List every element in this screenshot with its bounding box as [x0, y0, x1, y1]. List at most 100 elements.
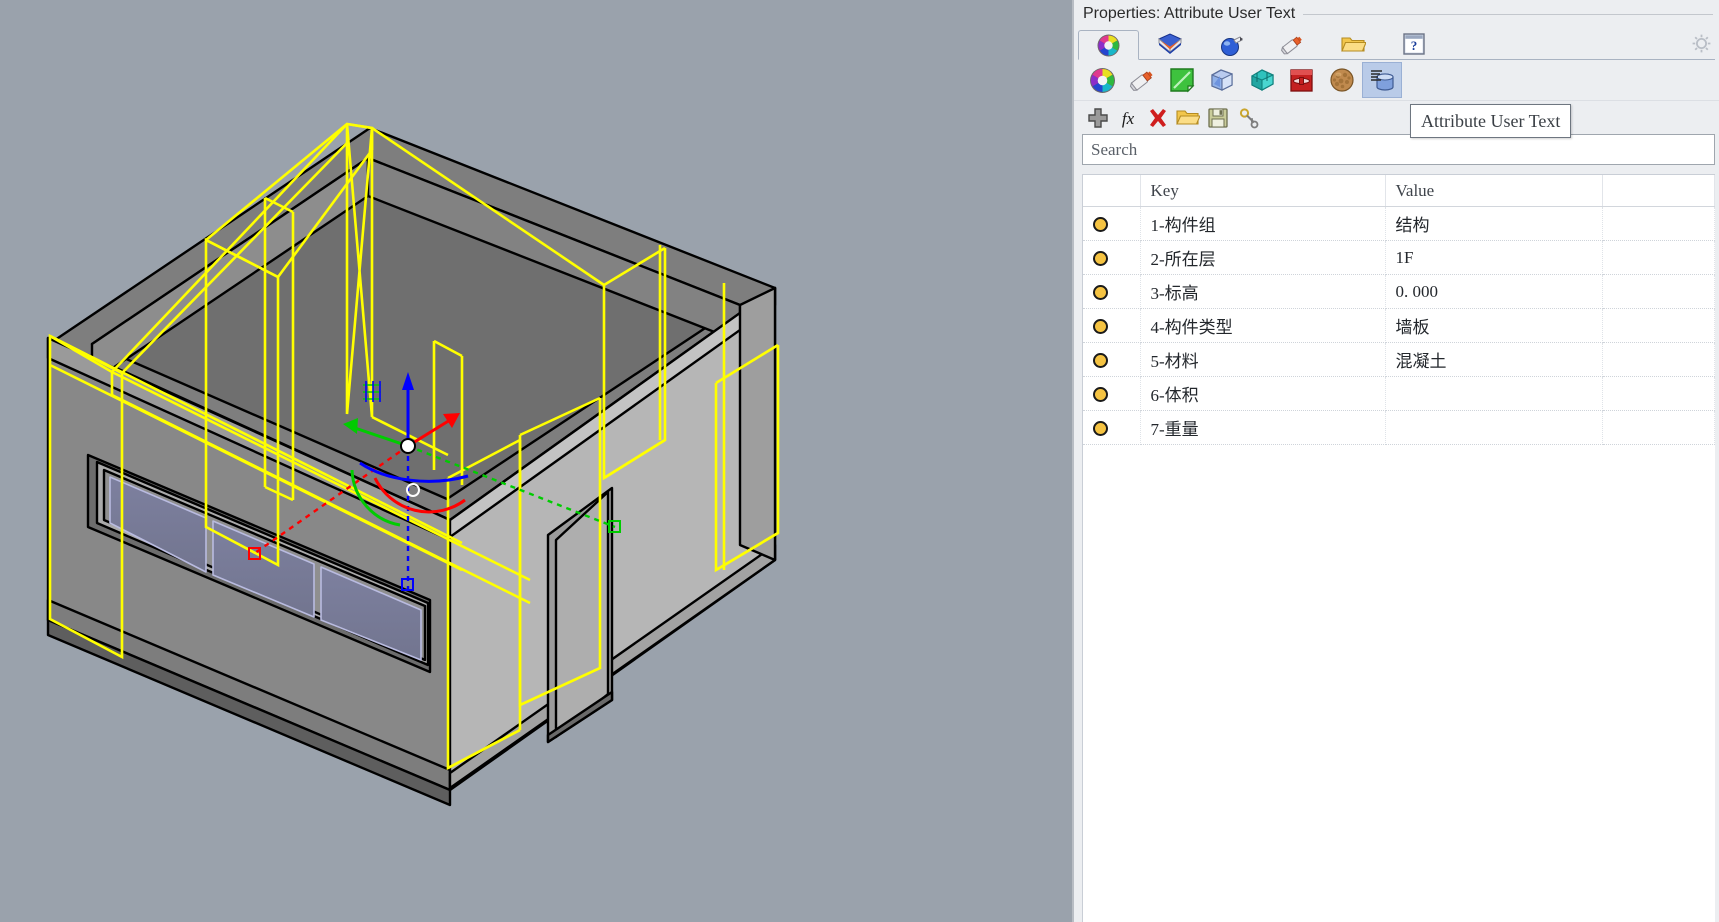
column-header-extra[interactable] [1602, 175, 1715, 207]
red-book-icon [1290, 68, 1313, 92]
cell-extra [1602, 342, 1715, 377]
row-toggle-bullet[interactable] [1083, 410, 1141, 445]
cell-value[interactable] [1385, 410, 1603, 445]
plus-icon [1088, 107, 1108, 128]
material-layers-icon [1157, 33, 1182, 54]
viewport-canvas [0, 0, 1072, 922]
cell-value[interactable]: 混凝土 [1385, 342, 1603, 377]
cell-key[interactable]: 3-标高 [1140, 274, 1386, 309]
properties-icon-toolbar [1074, 60, 1719, 101]
attribute-table-container[interactable]: Key Value 1-构件组 结构 2-所在层 1F 3-标高 0. 000 4-构件类型… [1082, 174, 1715, 922]
attribute-table: Key Value 1-构件组 结构 2-所在层 1F 3-标高 0. 000 4-构件类型… [1083, 175, 1715, 445]
folder-icon [1340, 37, 1366, 52]
paint-tube-icon [1280, 36, 1302, 54]
tab-environment[interactable] [1200, 29, 1261, 59]
tab-texture[interactable] [1261, 29, 1322, 59]
tab-help[interactable]: ? [1383, 29, 1444, 59]
perspective-viewport[interactable] [0, 0, 1072, 922]
cell-value[interactable]: 0. 000 [1385, 274, 1603, 309]
enabled-dot-icon [1093, 387, 1108, 403]
environment-sphere-icon [1220, 35, 1243, 56]
row-toggle-bullet[interactable] [1083, 274, 1141, 309]
cell-extra [1602, 274, 1715, 309]
cell-key[interactable]: 4-构件类型 [1140, 308, 1386, 343]
tab-material[interactable] [1139, 29, 1200, 59]
blue-cube-icon [1211, 69, 1233, 91]
cell-extra [1602, 376, 1715, 411]
table-row[interactable]: 3-标高 0. 000 [1083, 274, 1715, 309]
panel-header: Properties: Attribute User Text [1074, 0, 1719, 28]
add-attribute-button[interactable] [1084, 104, 1112, 132]
table-row[interactable]: 6-体积 [1083, 376, 1715, 411]
save-attributes-button[interactable] [1204, 104, 1232, 132]
table-row[interactable]: 1-构件组 结构 [1083, 206, 1715, 241]
layer-properties-button[interactable] [1162, 62, 1202, 98]
column-header-value[interactable]: Value [1385, 175, 1603, 207]
rhino-app-window: Properties: Attribute User Text ? fx Sea… [0, 0, 1719, 922]
enabled-dot-icon [1093, 421, 1108, 437]
cell-key[interactable]: 6-体积 [1140, 376, 1386, 411]
material-properties-button[interactable] [1122, 62, 1162, 98]
help-window-icon: ? [1402, 33, 1425, 55]
cell-value[interactable]: 1F [1385, 240, 1603, 275]
table-row[interactable]: 2-所在层 1F [1083, 240, 1715, 275]
gear-icon [1692, 34, 1710, 52]
key-match-icon [1239, 107, 1259, 128]
cell-value[interactable]: 墙板 [1385, 308, 1603, 343]
tooltip: Attribute User Text [1410, 104, 1572, 138]
folder-open-icon [1176, 110, 1200, 125]
attribute-text-icon [1370, 69, 1394, 91]
enabled-dot-icon [1093, 251, 1108, 267]
properties-panel: Properties: Attribute User Text ? fx Sea… [1072, 0, 1719, 922]
attribute-user-text-button[interactable] [1362, 62, 1402, 98]
red-x-icon [1150, 108, 1166, 127]
table-row[interactable]: 5-材料 混凝土 [1083, 342, 1715, 377]
tab-settings-button[interactable] [1689, 31, 1713, 55]
color-wheel-icon [1097, 34, 1120, 56]
cell-key[interactable]: 5-材料 [1140, 342, 1386, 377]
fx-icon: fx [1122, 109, 1135, 128]
match-attributes-button[interactable] [1234, 104, 1262, 132]
cell-value[interactable] [1385, 376, 1603, 411]
function-button[interactable]: fx [1114, 104, 1142, 132]
table-row[interactable]: 7-重量 [1083, 410, 1715, 445]
object-properties-button[interactable] [1082, 62, 1122, 98]
cell-key[interactable]: 2-所在层 [1140, 240, 1386, 275]
row-toggle-bullet[interactable] [1083, 240, 1141, 275]
cell-extra [1602, 206, 1715, 241]
gumball-origin [400, 438, 416, 454]
svg-text:?: ? [1410, 38, 1417, 53]
wall-right-edge [738, 286, 777, 562]
enabled-dot-icon [1093, 285, 1108, 301]
table-body: 1-构件组 结构 2-所在层 1F 3-标高 0. 000 4-构件类型 墙板 5-材料 混凝土 6… [1083, 206, 1715, 445]
delete-attribute-button[interactable] [1144, 104, 1172, 132]
enabled-dot-icon [1093, 217, 1108, 233]
cell-value[interactable]: 结构 [1385, 206, 1603, 241]
row-toggle-bullet[interactable] [1083, 206, 1141, 241]
enabled-dot-icon [1093, 353, 1108, 369]
tab-folder[interactable] [1322, 29, 1383, 59]
print-properties-button[interactable] [1282, 62, 1322, 98]
open-attributes-button[interactable] [1174, 104, 1202, 132]
panel-title: Properties: Attribute User Text [1083, 5, 1304, 23]
table-row[interactable]: 4-构件类型 墙板 [1083, 308, 1715, 343]
green-page-icon [1170, 68, 1195, 93]
column-header-key[interactable]: Key [1140, 175, 1386, 207]
cell-key[interactable]: 1-构件组 [1140, 206, 1386, 241]
row-toggle-bullet[interactable] [1083, 308, 1141, 343]
cell-extra [1602, 240, 1715, 275]
column-header-bullet[interactable] [1083, 175, 1141, 207]
search-input[interactable] [1082, 134, 1715, 165]
mesh-properties-button[interactable] [1242, 62, 1282, 98]
properties-tabstrip: ? [1078, 28, 1715, 60]
texture-mapping-button[interactable] [1322, 62, 1362, 98]
tab-object[interactable] [1078, 30, 1139, 60]
display-properties-button[interactable] [1202, 62, 1242, 98]
row-toggle-bullet[interactable] [1083, 342, 1141, 377]
enabled-dot-icon [1093, 319, 1108, 335]
paint-tube-icon [1129, 70, 1153, 91]
row-toggle-bullet[interactable] [1083, 376, 1141, 411]
cell-extra [1602, 308, 1715, 343]
brown-sphere-icon [1330, 68, 1354, 92]
cell-key[interactable]: 7-重量 [1140, 410, 1386, 445]
